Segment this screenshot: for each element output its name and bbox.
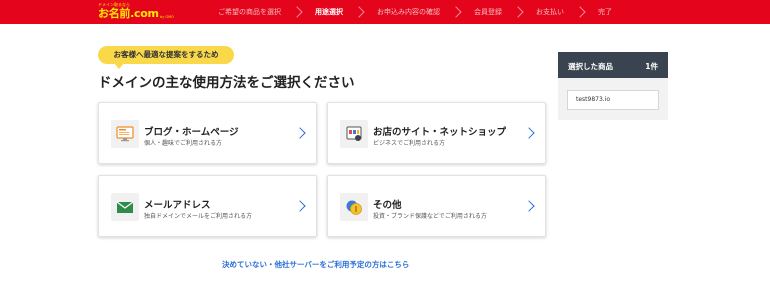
selected-domain: test9873.io xyxy=(567,90,659,110)
page-title: ドメインの主な使用方法をご選択ください xyxy=(98,75,355,91)
logo[interactable]: ドメイン取るなら お名前.com by GMO xyxy=(98,2,182,22)
coin-icon xyxy=(340,193,368,221)
chevron-right-icon xyxy=(523,200,535,212)
option-description: 投資・ブランド保護などでご利用される方 xyxy=(373,213,487,220)
option-description: 個人・趣味でご利用される方 xyxy=(144,140,223,147)
option-card-mail[interactable]: メールアドレス 独自ドメインでメールをご利用される方 xyxy=(98,175,317,237)
chevron-right-icon xyxy=(291,6,303,18)
option-title: お店のサイト・ネットショップ xyxy=(373,127,507,138)
selected-products-header: 選択した商品 1件 xyxy=(558,52,668,78)
option-title: ブログ・ホームページ xyxy=(144,127,239,138)
chevron-right-icon xyxy=(294,127,306,139)
shop-icon xyxy=(340,120,368,148)
option-description: 独自ドメインでメールをご利用される方 xyxy=(144,213,253,220)
option-card-other[interactable]: その他 投資・ブランド保護などでご利用される方 xyxy=(327,175,546,237)
header-bar: ドメイン取るなら お名前.com by GMO ご希望の商品を選択 用途選択 お… xyxy=(0,0,770,24)
selected-products-body: test9873.io xyxy=(558,78,668,120)
chevron-right-icon xyxy=(574,6,586,18)
chevron-right-icon xyxy=(294,200,306,212)
progress-steps: ご希望の商品を選択 用途選択 お申込み内容の確認 会員登録 お支払い 完了 xyxy=(218,0,612,24)
option-card-shop[interactable]: お店のサイト・ネットショップ ビジネスでご利用される方 xyxy=(327,102,546,164)
chevron-right-icon xyxy=(523,127,535,139)
monitor-icon xyxy=(111,120,139,148)
chevron-right-icon xyxy=(450,6,462,18)
mail-icon xyxy=(111,193,139,221)
selected-products-title: 選択した商品 xyxy=(568,62,613,71)
option-card-blog[interactable]: ブログ・ホームページ 個人・趣味でご利用される方 xyxy=(98,102,317,164)
logo-name: お名前.com xyxy=(98,7,159,20)
option-title: その他 xyxy=(373,200,402,211)
step-register: 会員登録 xyxy=(474,8,502,16)
chevron-right-icon xyxy=(353,6,365,18)
intro-pill: お客様へ最適な提案をするため xyxy=(98,46,234,69)
logo-sub: by GMO xyxy=(160,15,174,19)
step-confirm: お申込み内容の確認 xyxy=(377,8,440,16)
step-select-product: ご希望の商品を選択 xyxy=(218,8,281,16)
option-description: ビジネスでご利用される方 xyxy=(373,140,446,147)
step-payment: お支払い xyxy=(536,8,564,16)
undecided-link[interactable]: 決めていない・他社サーバーをご利用予定の方はこちら xyxy=(222,259,409,270)
option-title: メールアドレス xyxy=(144,200,211,211)
chevron-right-icon xyxy=(512,6,524,18)
step-usage-select: 用途選択 xyxy=(315,8,343,16)
step-complete: 完了 xyxy=(598,8,612,16)
selected-products-count: 1件 xyxy=(645,62,658,71)
